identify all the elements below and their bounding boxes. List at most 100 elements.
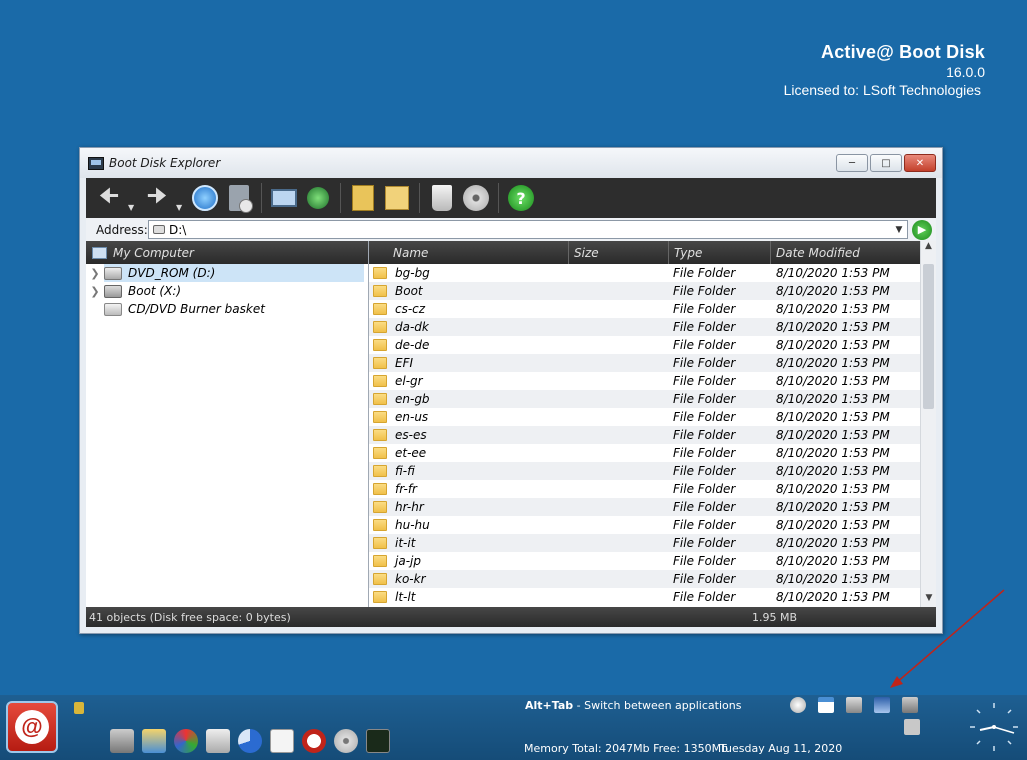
recycle-bin-icon[interactable]: [427, 181, 457, 215]
start-button[interactable]: @: [6, 701, 58, 753]
table-row[interactable]: EFI File Folder 8/10/2020 1:53 PM: [369, 354, 920, 372]
address-input[interactable]: D:\ ▼: [148, 220, 908, 239]
row-name-cell: fr-fr: [369, 482, 569, 496]
back-icon[interactable]: 🠈: [94, 181, 124, 215]
explorer-panes: My Computer ❯ DVD_ROM (D:) ❯ Boot (X:) C…: [86, 241, 936, 609]
table-row[interactable]: ko-kr File Folder 8/10/2020 1:53 PM: [369, 570, 920, 588]
column-size[interactable]: Size: [569, 241, 669, 264]
vertical-scrollbar[interactable]: ▲ ▼: [920, 241, 936, 609]
tree-item-burner-basket[interactable]: CD/DVD Burner basket: [86, 300, 368, 318]
table-row[interactable]: el-gr File Folder 8/10/2020 1:53 PM: [369, 372, 920, 390]
calculator-icon[interactable]: [348, 181, 378, 215]
monitor-tray-icon[interactable]: [874, 697, 890, 713]
back-dropdown-icon[interactable]: ▼: [128, 203, 138, 212]
row-date: 8/10/2020 1:53 PM: [776, 590, 890, 604]
password-key-icon[interactable]: [206, 729, 230, 753]
go-button[interactable]: ▶: [912, 219, 932, 240]
folder-icon: [373, 483, 387, 495]
pie-chart-icon[interactable]: [238, 729, 262, 753]
file-list: Name Size Type Date Modified bg-bg File F…: [369, 241, 936, 609]
forward-dropdown-icon[interactable]: ▼: [176, 203, 186, 212]
row-date: 8/10/2020 1:53 PM: [776, 482, 890, 496]
row-type: File Folder: [673, 374, 736, 388]
table-row[interactable]: fr-fr File Folder 8/10/2020 1:53 PM: [369, 480, 920, 498]
globe-icon[interactable]: [303, 181, 333, 215]
table-row[interactable]: cs-cz File Folder 8/10/2020 1:53 PM: [369, 300, 920, 318]
row-name: el-gr: [395, 374, 423, 388]
taskbar-apps: [110, 729, 390, 753]
disk-tool-icon[interactable]: [110, 729, 134, 753]
search-folder-icon[interactable]: [382, 181, 412, 215]
window-controls: ─ □ ✕: [836, 154, 936, 172]
lock-icon[interactable]: [74, 702, 84, 714]
row-name-cell: de-de: [369, 338, 569, 352]
partition-icon[interactable]: [174, 729, 198, 753]
row-name-cell: it-it: [369, 536, 569, 550]
printer-tray-icon[interactable]: [846, 697, 862, 713]
table-row[interactable]: fi-fi File Folder 8/10/2020 1:53 PM: [369, 462, 920, 480]
table-row[interactable]: hr-hr File Folder 8/10/2020 1:53 PM: [369, 498, 920, 516]
refresh-icon[interactable]: [190, 181, 220, 215]
table-row[interactable]: it-it File Folder 8/10/2020 1:53 PM: [369, 534, 920, 552]
burner-basket-icon: [104, 302, 122, 316]
row-type: File Folder: [673, 554, 736, 568]
clock-tray-icon[interactable]: [790, 697, 806, 713]
table-row[interactable]: bg-bg File Folder 8/10/2020 1:53 PM: [369, 264, 920, 282]
column-date-modified[interactable]: Date Modified: [771, 241, 936, 264]
row-type: File Folder: [673, 464, 736, 478]
table-row[interactable]: et-ee File Folder 8/10/2020 1:53 PM: [369, 444, 920, 462]
row-type: File Folder: [673, 428, 736, 442]
brand-version: 16.0.0: [946, 64, 985, 80]
table-row[interactable]: lt-lt File Folder 8/10/2020 1:53 PM: [369, 588, 920, 606]
scrollbar-thumb[interactable]: [923, 264, 934, 409]
row-name: bg-bg: [395, 266, 430, 280]
close-button[interactable]: ✕: [904, 154, 936, 172]
tools-tray-icon[interactable]: [904, 719, 920, 735]
folder-icon: [373, 267, 387, 279]
folder-icon: [373, 339, 387, 351]
table-row[interactable]: ja-jp File Folder 8/10/2020 1:53 PM: [369, 552, 920, 570]
list-header: Name Size Type Date Modified: [369, 241, 936, 264]
brand-block: Active@ Boot Disk 16.0.0 Licensed to: LS…: [784, 42, 985, 98]
table-row[interactable]: es-es File Folder 8/10/2020 1:53 PM: [369, 426, 920, 444]
maximize-button[interactable]: □: [870, 154, 902, 172]
table-row[interactable]: hu-hu File Folder 8/10/2020 1:53 PM: [369, 516, 920, 534]
chevron-right-icon[interactable]: ❯: [86, 285, 104, 298]
row-name-cell: en-gb: [369, 392, 569, 406]
upload-icon[interactable]: [224, 181, 254, 215]
disc-icon[interactable]: [461, 181, 491, 215]
network-icon[interactable]: [269, 181, 299, 215]
row-name: fi-fi: [395, 464, 415, 478]
row-name: hr-hr: [395, 500, 424, 514]
status-bar: 41 objects (Disk free space: 0 bytes) 1.…: [86, 607, 936, 627]
tree-item-dvd[interactable]: ❯ DVD_ROM (D:): [86, 264, 368, 282]
forward-icon[interactable]: 🠊: [142, 181, 172, 215]
minimize-button[interactable]: ─: [836, 154, 868, 172]
window-titlebar[interactable]: Boot Disk Explorer ─ □ ✕: [80, 148, 942, 178]
column-type[interactable]: Type: [669, 241, 771, 264]
window-tray-icon[interactable]: [818, 697, 834, 713]
row-type: File Folder: [673, 590, 736, 604]
row-date: 8/10/2020 1:53 PM: [776, 266, 890, 280]
help-icon[interactable]: ?: [506, 181, 536, 215]
chevron-down-icon[interactable]: ▼: [891, 225, 907, 235]
active-at-icon[interactable]: [302, 729, 326, 753]
table-row[interactable]: Boot File Folder 8/10/2020 1:53 PM: [369, 282, 920, 300]
disc-burn-icon[interactable]: [334, 729, 358, 753]
system-monitor-icon[interactable]: [366, 729, 390, 753]
windows-explorer-icon[interactable]: [142, 729, 166, 753]
network-tray-icon[interactable]: [902, 697, 918, 713]
table-row[interactable]: da-dk File Folder 8/10/2020 1:53 PM: [369, 318, 920, 336]
table-row[interactable]: en-gb File Folder 8/10/2020 1:53 PM: [369, 390, 920, 408]
address-value[interactable]: D:\: [169, 223, 891, 237]
toolbar-separator: [498, 183, 499, 213]
table-row[interactable]: de-de File Folder 8/10/2020 1:53 PM: [369, 336, 920, 354]
chevron-up-icon[interactable]: ▲: [921, 241, 936, 257]
chevron-right-icon[interactable]: ❯: [86, 267, 104, 280]
table-row[interactable]: en-us File Folder 8/10/2020 1:53 PM: [369, 408, 920, 426]
row-name-cell: EFI: [369, 356, 569, 370]
column-name[interactable]: Name: [369, 241, 569, 264]
tree-item-boot[interactable]: ❯ Boot (X:): [86, 282, 368, 300]
row-name: en-gb: [395, 392, 430, 406]
hex-editor-icon[interactable]: [270, 729, 294, 753]
